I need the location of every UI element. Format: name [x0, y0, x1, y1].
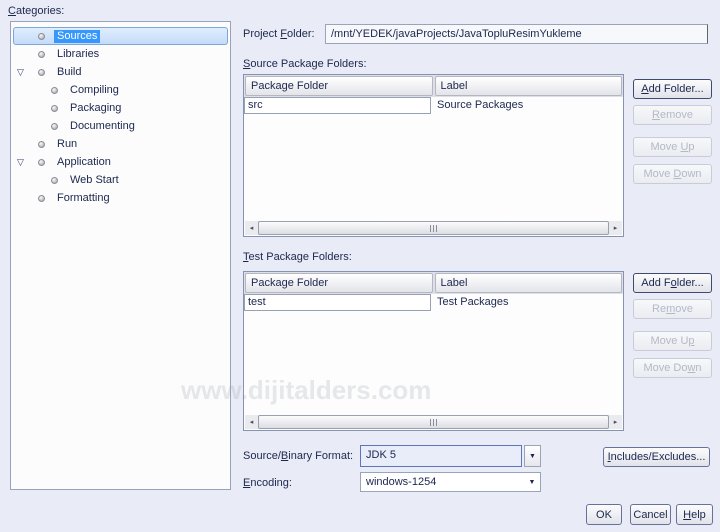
move-down-button: Move Down [633, 358, 712, 378]
category-item-run[interactable]: Run [13, 135, 228, 153]
package-folder-cell[interactable]: test [244, 294, 431, 311]
package-folder-cell[interactable]: src [244, 97, 431, 114]
bullet-icon [38, 51, 45, 58]
source-binary-format-combo[interactable]: JDK 5 ▼ [360, 445, 541, 467]
category-item-build[interactable]: ▽ Build [13, 63, 228, 81]
label-cell[interactable]: Source Packages [431, 97, 529, 114]
move-down-button: Move Down [633, 164, 712, 184]
encoding-label: Encoding: [243, 477, 292, 489]
column-header[interactable]: Label [434, 273, 622, 293]
category-item-sources[interactable]: Sources [13, 27, 228, 45]
bullet-icon [51, 177, 58, 184]
category-item-label: Compiling [70, 84, 119, 96]
project-properties-dialog: Categories: Sources Libraries ▽ Build Compil… [0, 0, 720, 532]
test-packages-buttons: Add Folder... Remove Move Up Move Down [633, 273, 713, 383]
category-item-label: Libraries [57, 48, 100, 60]
scroll-left-icon[interactable]: ◂ [245, 415, 258, 429]
table-body: src Source Packages [244, 97, 623, 114]
table-header: Package Folder Label [244, 272, 623, 294]
bullet-icon [38, 159, 45, 166]
includes-excludes-button[interactable]: Includes/Excludes... [603, 447, 710, 467]
category-item-application[interactable]: ▽ Application [13, 153, 228, 171]
category-item-label: Application [57, 156, 111, 168]
remove-button: Remove [633, 105, 712, 125]
chevron-down-icon: ▼ [528, 478, 536, 486]
scrollbar-thumb[interactable] [258, 221, 609, 235]
move-up-button: Move Up [633, 331, 712, 351]
table-body: test Test Packages [244, 294, 623, 311]
category-item-web-start[interactable]: Web Start [13, 171, 228, 189]
category-item-label: Sources [54, 30, 101, 43]
help-button[interactable]: Help [676, 504, 713, 525]
scroll-right-icon[interactable]: ▸ [609, 221, 622, 235]
expander-open-icon[interactable]: ▽ [17, 67, 24, 78]
column-header[interactable]: Package Folder [245, 76, 433, 96]
category-item-label: Web Start [70, 174, 119, 186]
table-header: Package Folder Label [244, 75, 623, 97]
categories-tree: Sources Libraries ▽ Build Compiling Packaging… [10, 21, 231, 490]
bullet-icon [51, 87, 58, 94]
category-item-label: Documenting [70, 120, 135, 132]
bullet-icon [38, 195, 45, 202]
add-folder-button[interactable]: Add Folder... [633, 273, 712, 293]
category-item-compiling[interactable]: Compiling [13, 81, 228, 99]
bullet-icon [38, 141, 45, 148]
category-item-label: Run [57, 138, 78, 150]
ok-button[interactable]: OK [586, 504, 622, 525]
remove-button: Remove [633, 299, 712, 319]
table-row[interactable]: test Test Packages [244, 294, 623, 311]
column-header[interactable]: Label [434, 76, 622, 96]
category-item-documenting[interactable]: Documenting [13, 117, 228, 135]
thumb-grip-icon [429, 224, 438, 232]
source-packages-label: Source Package Folders: [243, 58, 367, 70]
source-binary-format-value: JDK 5 [360, 445, 522, 467]
category-item-libraries[interactable]: Libraries [13, 45, 228, 63]
table-row[interactable]: src Source Packages [244, 97, 623, 114]
category-item-label: Formatting [57, 192, 110, 204]
category-item-packaging[interactable]: Packaging [13, 99, 228, 117]
encoding-value: windows-1254 [366, 476, 437, 488]
categories-label: Categories: [8, 5, 65, 17]
project-folder-label: Project Folder: [243, 28, 315, 40]
cancel-button[interactable]: Cancel [630, 504, 671, 525]
scroll-right-icon[interactable]: ▸ [609, 415, 622, 429]
category-item-label: Build [57, 66, 82, 78]
horizontal-scrollbar[interactable]: ◂ ▸ [245, 221, 622, 235]
source-packages-buttons: Add Folder... Remove Move Up Move Down [633, 79, 713, 189]
dropdown-button[interactable]: ▼ [524, 445, 541, 467]
bullet-icon [51, 105, 58, 112]
expander-open-icon[interactable]: ▽ [17, 157, 24, 168]
scrollbar-thumb[interactable] [258, 415, 609, 429]
source-packages-table[interactable]: Package Folder Label src Source Packages ◂ ▸ [243, 74, 624, 237]
category-item-label: Packaging [70, 102, 122, 114]
column-header[interactable]: Package Folder [245, 273, 433, 293]
test-packages-table[interactable]: Package Folder Label test Test Packages ◂ ▸ [243, 271, 624, 431]
thumb-grip-icon [429, 418, 438, 426]
horizontal-scrollbar[interactable]: ◂ ▸ [245, 415, 622, 429]
encoding-combo[interactable]: windows-1254 ▼ [360, 472, 541, 492]
bullet-icon [38, 33, 45, 40]
category-item-formatting[interactable]: Formatting [13, 189, 228, 207]
test-packages-label: Test Package Folders: [243, 251, 352, 263]
scroll-left-icon[interactable]: ◂ [245, 221, 258, 235]
label-cell[interactable]: Test Packages [431, 294, 515, 311]
add-folder-button[interactable]: Add Folder... [633, 79, 712, 99]
bullet-icon [38, 69, 45, 76]
source-binary-format-label: Source/Binary Format: [243, 450, 354, 462]
chevron-down-icon: ▼ [529, 452, 536, 460]
move-up-button: Move Up [633, 137, 712, 157]
project-folder-field[interactable]: /mnt/YEDEK/javaProjects/JavaTopluResimYu… [325, 24, 708, 44]
bullet-icon [51, 123, 58, 130]
